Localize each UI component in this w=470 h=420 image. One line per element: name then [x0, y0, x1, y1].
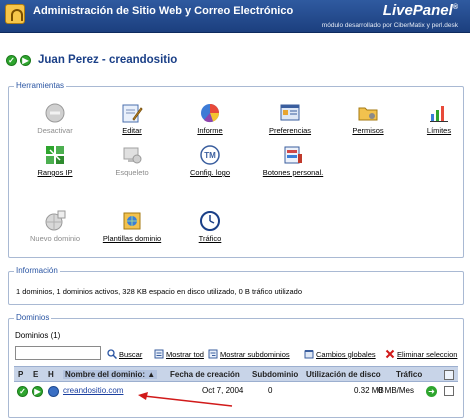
show-subdomains-button[interactable]: Mostrar subdominios — [208, 349, 290, 359]
new-domain-icon — [44, 210, 66, 232]
folder-icon — [357, 102, 379, 124]
limits-icon — [428, 102, 450, 124]
hosting-icon[interactable] — [48, 386, 59, 397]
domains-legend: Dominios — [14, 313, 52, 322]
user-header: ✓ ▶ Juan Perez - creandositio — [6, 52, 177, 68]
status-check-icon[interactable]: ✓ — [17, 386, 28, 397]
delete-icon — [385, 349, 395, 359]
tool-trafico[interactable]: Tráfico — [177, 210, 243, 243]
created-date: Oct 7, 2004 — [202, 386, 244, 395]
go-arrow-icon[interactable]: ➜ — [426, 386, 437, 397]
tagline: módulo desarrollado por CiberMatix y per… — [321, 22, 458, 29]
disable-icon — [44, 102, 66, 124]
lock-logo-icon — [5, 4, 25, 24]
tool-plantillas-dominio[interactable]: Plantillas dominio — [99, 210, 165, 243]
tool-editar[interactable]: Editar — [99, 102, 165, 135]
templates-icon — [121, 210, 143, 232]
tool-nuevo-dominio: Nuevo dominio — [22, 210, 88, 243]
buttons-icon — [282, 144, 304, 166]
page-title: Juan Perez - creandositio — [38, 54, 178, 66]
show-all-button[interactable]: Mostrar tod — [154, 349, 204, 359]
col-subdomain[interactable]: Subdominio — [252, 370, 298, 379]
search-button[interactable]: Buscar — [107, 349, 142, 360]
show-subdomains-icon — [208, 349, 218, 359]
tool-rangos-ip[interactable]: Rangos IP — [22, 144, 88, 177]
logo-icon: TM — [199, 144, 221, 166]
tool-preferencias[interactable]: Preferencias — [257, 102, 323, 135]
domain-name-link[interactable]: creandositio.com — [63, 386, 123, 395]
domain-search-input[interactable] — [15, 346, 101, 360]
skeleton-icon — [121, 144, 143, 166]
select-all-checkbox[interactable] — [444, 370, 454, 380]
show-all-icon — [154, 349, 164, 359]
col-created[interactable]: Fecha de creación — [170, 370, 240, 379]
tool-limites[interactable]: Límites — [413, 102, 465, 135]
tool-desactivar: Desactivar — [22, 102, 88, 135]
col-e[interactable]: E — [33, 370, 38, 379]
tool-esqueleto: Esqueleto — [99, 144, 165, 177]
tools-legend: Herramientas — [14, 81, 67, 90]
col-traffic[interactable]: Tráfico — [396, 370, 422, 379]
svg-text:TM: TM — [204, 151, 216, 160]
search-icon — [107, 349, 118, 360]
info-summary: 1 dominios, 1 dominios activos, 328 KB e… — [16, 287, 302, 296]
status-play-icon[interactable]: ▶ — [32, 386, 43, 397]
tool-config-logo[interactable]: TM Config. logo — [177, 144, 243, 177]
brand-logo: LivePanel® — [382, 2, 458, 19]
tool-permisos[interactable]: Permisos — [335, 102, 401, 135]
domains-table-header: P E H Nombre del dominio: ▲ Fecha de cre… — [14, 366, 458, 382]
col-disk[interactable]: Utilización de disco — [306, 370, 381, 379]
table-row: ✓ ▶ creandositio.com Oct 7, 2004 0 0.32 … — [14, 383, 458, 399]
pie-chart-icon — [199, 102, 221, 124]
play-icon[interactable]: ▶ — [20, 54, 31, 66]
domains-count: Dominios (1) — [15, 331, 61, 340]
preferences-icon — [279, 102, 301, 124]
global-changes-button[interactable]: Cambios globales — [304, 349, 376, 359]
app-title: Administración de Sitio Web y Correo Ele… — [33, 5, 294, 17]
tool-botones-personal[interactable]: Botones personal. — [257, 144, 329, 177]
edit-icon — [121, 102, 143, 124]
network-icon — [44, 144, 66, 166]
tool-informe[interactable]: Informe — [177, 102, 243, 135]
global-changes-icon — [304, 349, 314, 359]
top-bar: Administración de Sitio Web y Correo Ele… — [0, 0, 470, 33]
check-icon[interactable]: ✓ — [6, 54, 17, 66]
subdomain-count: 0 — [268, 386, 273, 395]
col-h[interactable]: H — [48, 370, 54, 379]
traffic-icon — [199, 210, 221, 232]
info-legend: Información — [14, 266, 60, 275]
delete-selection-button[interactable]: Eliminar seleccion — [385, 349, 457, 359]
row-checkbox[interactable] — [444, 386, 454, 396]
col-p[interactable]: P — [18, 370, 23, 379]
traffic-usage: 0 MB/Mes — [378, 386, 415, 395]
col-domain-name[interactable]: Nombre del dominio: ▲ — [63, 370, 158, 379]
